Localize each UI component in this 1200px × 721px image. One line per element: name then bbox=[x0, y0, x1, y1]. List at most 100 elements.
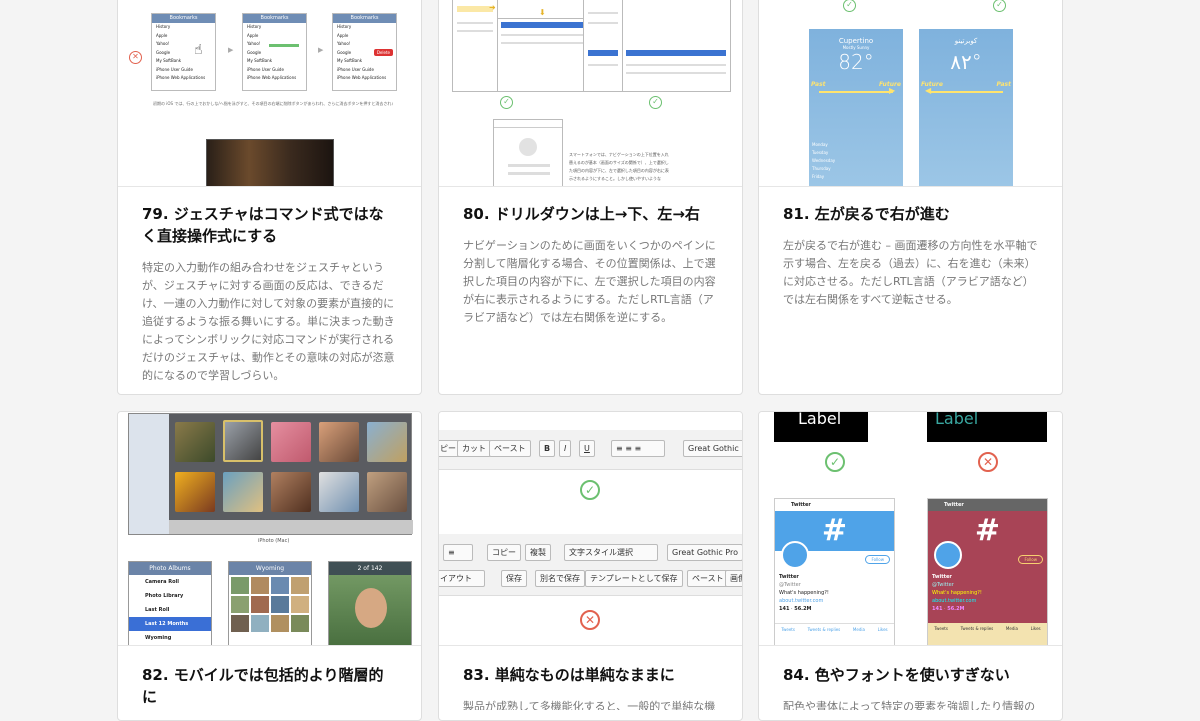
bold-button: B bbox=[539, 440, 556, 457]
weather-screen-ltr: Cupertino Mostly Sunny 82° Past Future ▶… bbox=[809, 29, 903, 186]
ok-icon: ✓ bbox=[649, 96, 662, 109]
list-item: iPhone Web Applications bbox=[247, 75, 297, 80]
cut-button: カット bbox=[457, 440, 491, 457]
profile-bio: What's happening?! bbox=[779, 590, 829, 596]
ok-icon: ✓ bbox=[993, 0, 1006, 12]
photo-thumb bbox=[175, 422, 215, 462]
avatar bbox=[934, 541, 962, 569]
profile-bio: What's happening?! bbox=[932, 590, 982, 596]
arrow-down-icon: ⬇ bbox=[539, 8, 546, 17]
toolbar-complex: ≡ コピー 複製 文字スタイル選択 Great Gothic Pro イアウト … bbox=[439, 534, 742, 596]
list-item: iPhone User Guide bbox=[156, 66, 193, 72]
style-select: 文字スタイル選択 bbox=[564, 544, 658, 561]
arrow-right-icon bbox=[819, 91, 893, 93]
card-description: 配色や書体によって特定の要素を強調したり情報のグ bbox=[783, 700, 1036, 710]
card-title: 84. 色やフォントを使いすぎない bbox=[783, 666, 1010, 684]
tab-tweets: Tweets bbox=[781, 627, 795, 632]
list-item: iPhone User Guide bbox=[247, 66, 284, 72]
card-84-thumbnail: Label Label ✓ ✕ Twitter # Follow Twitter… bbox=[759, 412, 1062, 646]
save-button: 保存 bbox=[501, 570, 527, 587]
photo-thumb bbox=[319, 422, 359, 462]
list-item: My SoftBank bbox=[156, 58, 182, 63]
card-83[interactable]: ピー カット ペースト B I U ≡ ≡ ≡ Great Gothic Pro… bbox=[438, 411, 743, 721]
past-label: Past bbox=[996, 81, 1011, 88]
city-name: كوبرتينو bbox=[954, 37, 978, 45]
paste-button: ペースト bbox=[489, 440, 531, 457]
iphoto-window bbox=[128, 413, 413, 535]
nav-title: 2 of 142 bbox=[329, 562, 411, 575]
label-text: Label bbox=[935, 412, 979, 428]
align-buttons: ≡ ≡ ≡ bbox=[611, 440, 665, 457]
following-count: 141 bbox=[779, 606, 790, 612]
card-title: 79. ジェスチャはコマンド式ではなく直接操作式にする bbox=[142, 205, 384, 245]
card-80-thumbnail: ➜ ⬇ ✓ ✓ スマートフォンでは、ナビゲーションの上下位置を入れ替えるのが基本… bbox=[439, 0, 742, 187]
card-82-thumbnail: iPhoto (Mac) Photo Albums Camera Roll Ph… bbox=[118, 412, 421, 646]
iphoto-toolbar bbox=[169, 520, 413, 534]
thumb-caption: 初期の iOS では、行の上でおかしな/へ指を泳がすと、その項目の右端に削除ボタ… bbox=[153, 101, 393, 106]
card-79[interactable]: ✕ Bookmarks History Apple Yahoo! Google … bbox=[117, 0, 422, 395]
album-item: Last 12 Months bbox=[129, 617, 211, 631]
follow-button: Follow bbox=[865, 555, 890, 564]
bookmarks-header: Bookmarks bbox=[333, 14, 396, 23]
card-title: 80. ドリルダウンは上→下、左→右 bbox=[463, 205, 700, 223]
ok-icon: ✓ bbox=[580, 480, 600, 500]
temperature: ٨٢° bbox=[950, 50, 982, 74]
label-sample-bad: Label bbox=[927, 412, 1047, 442]
card-79-body: 79. ジェスチャはコマンド式ではなく直接操作式にする 特定の入力動作の組み合わ… bbox=[118, 203, 421, 385]
photo-thumb bbox=[271, 422, 311, 462]
thumb-caption: スマートフォンでは、ナビゲーションの上下位置を入れ替えるのが基本（画面のサイズの… bbox=[569, 152, 669, 181]
profile-name: Twitter bbox=[932, 574, 952, 580]
list-item: iPhone Web Applications bbox=[156, 75, 206, 80]
card-81-thumbnail: ✓ ✓ Cupertino Mostly Sunny 82° Past Futu… bbox=[759, 0, 1062, 187]
phone-mock-3: Bookmarks History Apple Yahoo! Google My… bbox=[332, 13, 397, 91]
paste-button: ペースト bbox=[687, 570, 729, 587]
photo-thumb bbox=[367, 422, 407, 462]
thumb-caption: iPhoto (Mac) bbox=[258, 538, 290, 544]
followers-count: 56.2M bbox=[794, 606, 812, 612]
arrow-left-icon bbox=[929, 91, 1003, 93]
label-text: Label bbox=[798, 412, 842, 428]
bookmarks-header: Bookmarks bbox=[243, 14, 306, 23]
list-item: Apple bbox=[247, 32, 259, 38]
card-82[interactable]: iPhoto (Mac) Photo Albums Camera Roll Ph… bbox=[117, 411, 422, 721]
card-80-body: 80. ドリルダウンは上→下、左→右 ナビゲーションのために画面をいくつかのペイ… bbox=[439, 203, 742, 327]
twitter-profile-good: Twitter # Follow Twitter @Twitter What's… bbox=[774, 498, 895, 645]
list-item: History bbox=[247, 24, 262, 29]
phone-mock-2: Bookmarks History Apple Yahoo! Google My… bbox=[242, 13, 307, 91]
temperature: 82° bbox=[838, 50, 874, 74]
profile-name: Twitter bbox=[779, 574, 799, 580]
list-item: Yahoo! bbox=[156, 41, 170, 46]
card-description: 特定の入力動作の組み合わせをジェスチャというが、ジェスチャに対する画面の反応は、… bbox=[142, 261, 395, 382]
card-81[interactable]: ✓ ✓ Cupertino Mostly Sunny 82° Past Futu… bbox=[758, 0, 1063, 395]
card-82-body: 82. モバイルでは包括的より階層的に bbox=[118, 664, 421, 720]
layout-select: イアウト bbox=[439, 570, 485, 587]
ng-icon: ✕ bbox=[978, 452, 998, 472]
list-item: Apple bbox=[156, 32, 168, 38]
card-80[interactable]: ➜ ⬇ ✓ ✓ スマートフォンでは、ナビゲーションの上下位置を入れ替えるのが基本… bbox=[438, 0, 743, 395]
card-81-body: 81. 左が戻るで右が進む 左が戻るで右が進む – 画面遷移の方向性を水平軸で示… bbox=[759, 203, 1062, 309]
ok-icon: ✓ bbox=[825, 452, 845, 472]
tab-replies: Tweets & replies bbox=[807, 627, 841, 632]
font-select: Great Gothic Pro bbox=[667, 544, 742, 561]
align-buttons: ≡ bbox=[443, 544, 473, 561]
day-label: Monday bbox=[812, 142, 828, 147]
day-label: Thursday bbox=[812, 166, 831, 171]
card-title: 81. 左が戻るで右が進む bbox=[783, 205, 950, 223]
ok-icon: ✓ bbox=[843, 0, 856, 12]
following-count: 141 bbox=[932, 606, 943, 612]
pane-diagram-1: ➜ ⬇ bbox=[452, 0, 590, 92]
ok-icon: ✓ bbox=[500, 96, 513, 109]
day-label: Friday bbox=[812, 174, 825, 179]
city-name: Cupertino bbox=[838, 37, 874, 45]
list-item: Google bbox=[247, 49, 262, 55]
card-84[interactable]: Label Label ✓ ✕ Twitter # Follow Twitter… bbox=[758, 411, 1063, 721]
copy-button: コピー bbox=[487, 544, 521, 561]
card-title: 82. モバイルでは包括的より階層的に bbox=[142, 666, 384, 706]
list-item: iPhone User Guide bbox=[337, 66, 374, 72]
phone-photo: 2 of 142 bbox=[328, 561, 412, 645]
profile-link: about.twitter.com bbox=[932, 598, 977, 604]
photo-thumb bbox=[223, 420, 263, 462]
card-79-thumbnail: ✕ Bookmarks History Apple Yahoo! Google … bbox=[118, 0, 421, 187]
italic-button: I bbox=[559, 440, 572, 457]
arrow-right-icon: ▶ bbox=[318, 46, 324, 54]
